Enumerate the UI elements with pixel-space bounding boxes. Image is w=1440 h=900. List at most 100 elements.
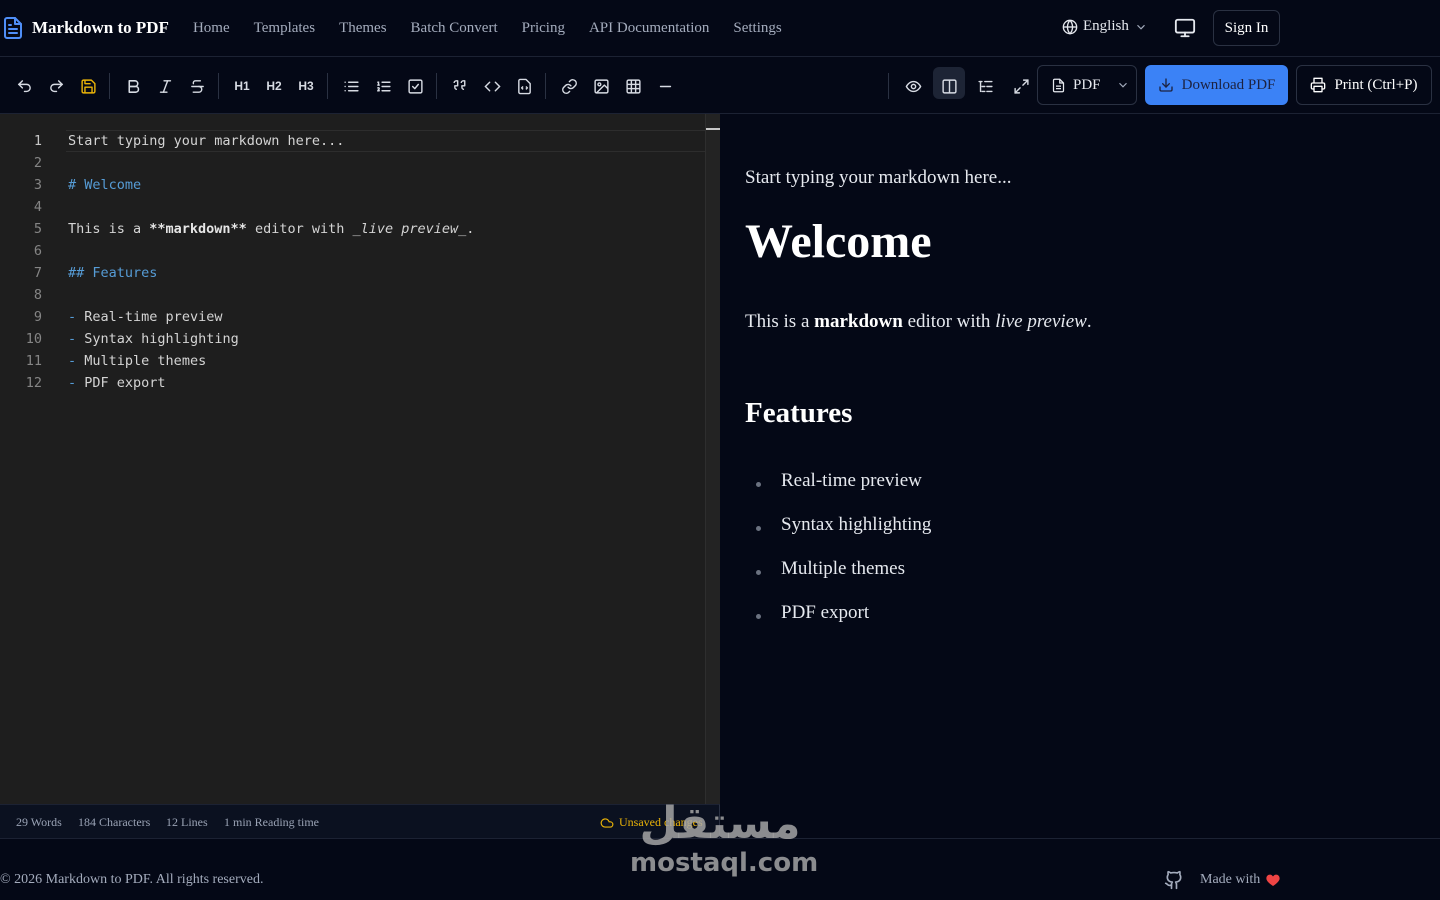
editor-line: 6 (0, 240, 705, 262)
file-icon (1052, 78, 1065, 92)
horizontal-rule-icon[interactable] (654, 75, 676, 97)
strikethrough-icon[interactable] (186, 75, 208, 97)
task-list-icon[interactable] (404, 75, 426, 97)
heading3-button[interactable]: H3 (294, 75, 318, 97)
nav-home[interactable]: Home (193, 20, 230, 37)
table-icon[interactable] (622, 75, 644, 97)
redo-icon[interactable] (45, 75, 67, 97)
code-block-icon[interactable] (513, 75, 535, 97)
nav-settings[interactable]: Settings (733, 20, 781, 37)
italic-run: live preview (995, 311, 1087, 332)
line-number: 7 (33, 265, 42, 281)
editor-line: 3 # Welcome (0, 174, 705, 196)
italic-icon[interactable] (154, 75, 176, 97)
text-run: . (1086, 311, 1092, 332)
download-icon (1158, 78, 1173, 92)
printer-icon (1311, 77, 1326, 93)
line-number: 4 (33, 199, 42, 215)
image-icon[interactable] (590, 75, 612, 97)
language-selector[interactable]: English (1062, 18, 1148, 35)
markdown-editor[interactable]: 1 Start typing your markdown here... 2 3… (0, 114, 720, 804)
editor-line: 1 Start typing your markdown here... (0, 130, 705, 152)
line-text: - PDF export (68, 372, 166, 394)
split-view-icon[interactable] (938, 75, 960, 97)
bullet-list-icon[interactable] (340, 75, 362, 97)
toolbar-divider (218, 73, 219, 99)
eye-icon[interactable] (902, 75, 924, 97)
watermark: مستقل mostaql.com (630, 798, 818, 886)
line-number: 2 (33, 155, 42, 171)
line-number: 9 (33, 309, 42, 325)
toolbar-divider (545, 73, 546, 99)
nav-templates[interactable]: Templates (254, 20, 315, 37)
reading-time: 1 min Reading time (224, 815, 319, 829)
chevron-down-icon (1118, 82, 1127, 88)
list-text: Multiple themes (84, 353, 207, 369)
nav-batch-convert[interactable]: Batch Convert (411, 20, 498, 37)
heading2-label: H2 (266, 79, 282, 93)
code-icon[interactable] (481, 75, 503, 97)
preview-list-item: Multiple themes (781, 558, 906, 579)
toolbar-divider (436, 73, 437, 99)
line-text: - Multiple themes (68, 350, 206, 372)
print-button[interactable]: Print (Ctrl+P) (1296, 65, 1432, 105)
print-label: Print (Ctrl+P) (1334, 76, 1418, 93)
brand-name: Markdown to PDF (32, 18, 169, 37)
editor-line: 8 (0, 284, 705, 306)
toc-icon[interactable] (974, 75, 996, 97)
heading3-label: H3 (298, 79, 314, 93)
github-icon[interactable] (1164, 870, 1184, 890)
heading2-button[interactable]: H2 (262, 75, 286, 97)
line-text: - Syntax highlighting (68, 328, 239, 350)
word-count: 29 Words (16, 815, 62, 829)
save-icon[interactable] (77, 75, 99, 97)
monitor-icon[interactable] (1174, 17, 1196, 39)
nav-pricing[interactable]: Pricing (522, 20, 565, 37)
text-run: editor with (246, 221, 353, 237)
preview-list-item: Syntax highlighting (781, 514, 932, 535)
download-pdf-button[interactable]: Download PDF (1145, 65, 1288, 105)
editor-line: 12 - PDF export (0, 372, 705, 394)
main-nav: Home Templates Themes Batch Convert Pric… (193, 20, 782, 37)
link-icon[interactable] (558, 75, 580, 97)
line-text: This is a **markdown** editor with _live… (68, 218, 474, 240)
preview-heading2: Features (745, 397, 853, 429)
line-count: 12 Lines (166, 815, 208, 829)
sign-in-button[interactable]: Sign In (1213, 10, 1280, 46)
fullscreen-icon[interactable] (1010, 75, 1032, 97)
text-run: editor with (902, 311, 996, 332)
line-number: 6 (33, 243, 42, 259)
list-text: Syntax highlighting (84, 331, 239, 347)
list-text: PDF export (84, 375, 166, 391)
editor-line: 2 (0, 152, 705, 174)
numbered-list-icon[interactable] (372, 75, 394, 97)
heading1-label: H1 (234, 79, 250, 93)
undo-icon[interactable] (13, 75, 35, 97)
preview-list-item: Real-time preview (781, 470, 922, 491)
list-dash: - (68, 309, 77, 325)
text-run: . (466, 221, 475, 237)
copyright: © 2026 Markdown to PDF. All rights reser… (0, 872, 264, 887)
bold-icon[interactable] (122, 75, 144, 97)
list-text: Real-time preview (84, 309, 223, 325)
line-number: 12 (25, 375, 42, 391)
character-count: 184 Characters (78, 815, 151, 829)
nav-themes[interactable]: Themes (339, 20, 386, 37)
made-with-label: Made with (1200, 872, 1261, 887)
scrollbar-cursor-mark (706, 128, 720, 130)
editor-scrollbar[interactable] (705, 114, 720, 804)
chevron-down-icon (1136, 24, 1145, 30)
editor-line: 11 - Multiple themes (0, 350, 705, 372)
brand[interactable]: Markdown to PDF (0, 16, 169, 40)
preview-pane: Start typing your markdown here... Welco… (721, 114, 1440, 838)
quote-icon[interactable] (449, 75, 471, 97)
line-number: 5 (33, 221, 42, 237)
list-bullet (756, 482, 761, 487)
line-text: Start typing your markdown here... (68, 133, 345, 149)
editor-toolbar: H1 H2 H3 PDF Download PDF Print (Ctrl+P) (0, 57, 1440, 114)
preview-heading1: Welcome (745, 215, 932, 268)
heading1-button[interactable]: H1 (230, 75, 254, 97)
nav-api-documentation[interactable]: API Documentation (589, 20, 709, 37)
toolbar-divider (888, 73, 889, 99)
export-format-select[interactable]: PDF (1037, 65, 1137, 105)
